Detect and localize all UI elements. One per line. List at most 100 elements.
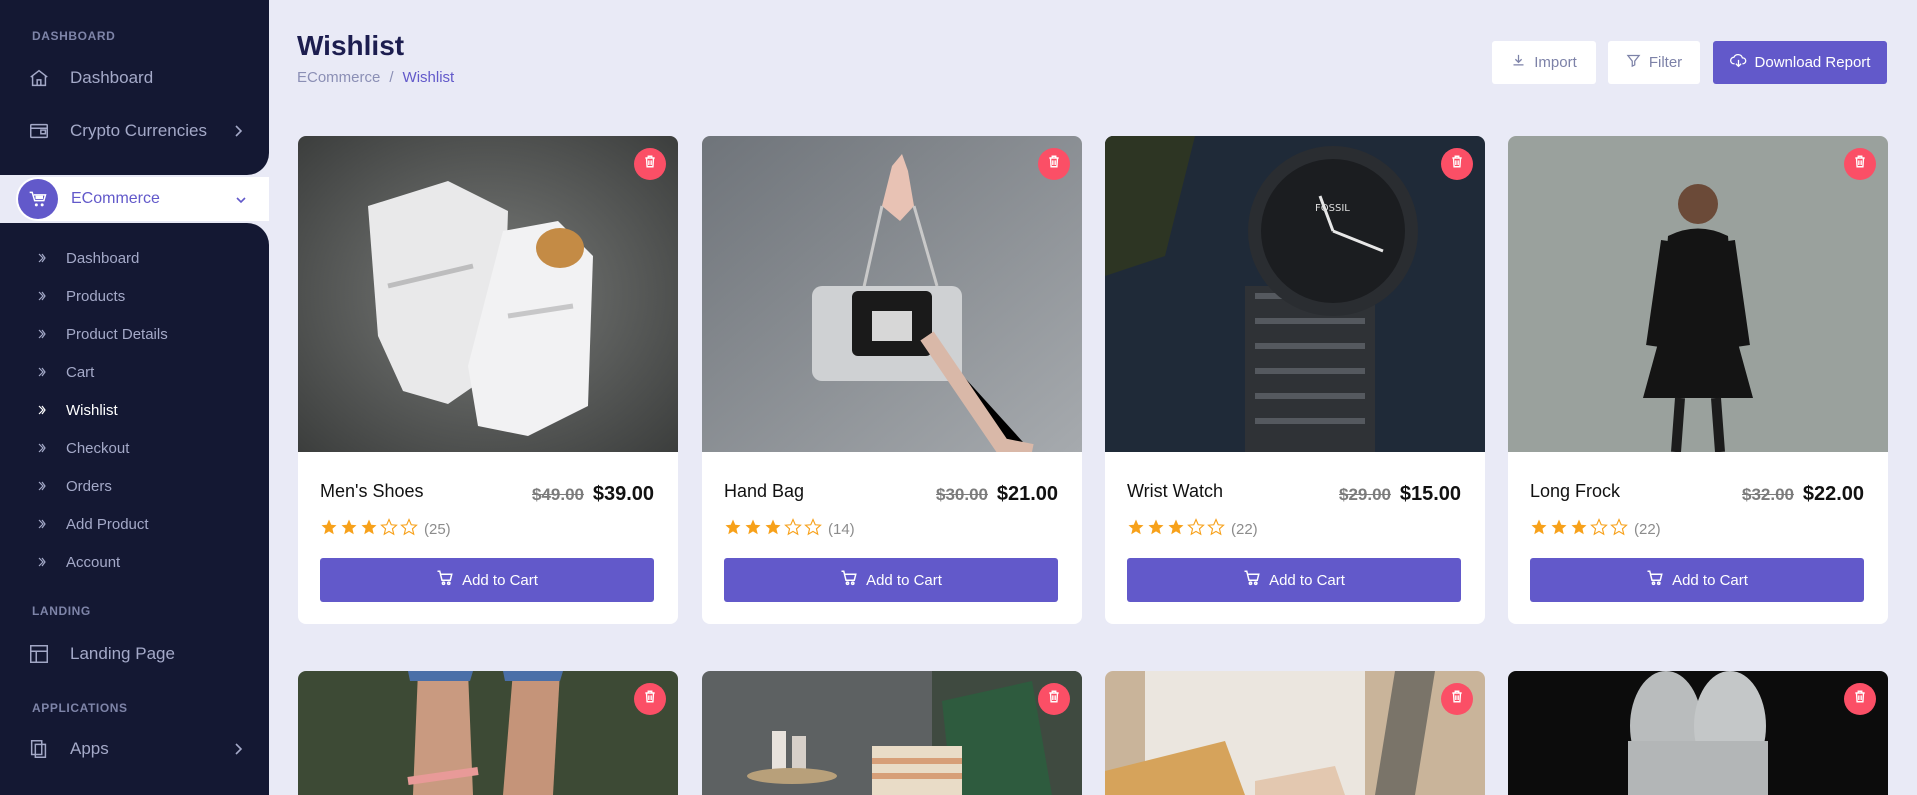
sidebar-item-label: Landing Page — [70, 644, 175, 663]
trash-icon — [1450, 689, 1464, 709]
product-image[interactable]: FOSSIL — [1105, 136, 1485, 452]
home-icon — [28, 67, 50, 89]
trash-icon — [1047, 689, 1061, 709]
sidebar-sub-orders[interactable]: Orders — [38, 471, 112, 501]
sidebar-sub-label: Account — [66, 553, 121, 571]
product-price: $39.00 — [592, 483, 654, 505]
remove-from-wishlist-button[interactable] — [1441, 148, 1473, 180]
star-empty-icon — [804, 518, 822, 541]
sidebar-sub-checkout[interactable]: Checkout — [38, 433, 129, 463]
filter-button-label: Filter — [1648, 54, 1683, 71]
remove-from-wishlist-button[interactable] — [634, 148, 666, 180]
add-to-cart-button[interactable]: Add to Cart — [724, 558, 1058, 602]
wallet-icon — [28, 120, 50, 142]
product-name: Long Frock — [1530, 481, 1621, 501]
star-empty-icon — [1590, 518, 1608, 541]
sidebar-sub-account[interactable]: Account — [38, 547, 120, 577]
add-to-cart-button[interactable]: Add to Cart — [1530, 558, 1864, 602]
add-to-cart-label: Add to Cart — [866, 571, 942, 589]
product-image[interactable] — [1105, 671, 1485, 795]
remove-from-wishlist-button[interactable] — [1844, 148, 1876, 180]
double-chevron-icon — [38, 519, 48, 529]
svg-text:FOSSIL: FOSSIL — [1315, 203, 1350, 214]
sidebar-sub-cart[interactable]: Cart — [38, 357, 94, 387]
product-image[interactable] — [298, 136, 678, 452]
add-to-cart-button[interactable]: Add to Cart — [320, 558, 654, 602]
sidebar-sub-products[interactable]: Products — [38, 281, 125, 311]
trash-icon — [1047, 154, 1061, 174]
filter-button[interactable]: Filter — [1608, 41, 1700, 84]
sidebar-sub-wishlist[interactable]: Wishlist — [38, 395, 118, 425]
sidebar-section-landing: LANDING — [32, 604, 91, 618]
sidebar-item-label: Dashboard — [70, 68, 154, 87]
product-old-price: $29.00 — [1339, 485, 1391, 504]
product-card — [1508, 671, 1888, 795]
star-empty-icon — [380, 518, 398, 541]
star-filled-icon — [1570, 518, 1588, 541]
double-chevron-icon — [38, 557, 48, 567]
add-to-cart-button[interactable]: Add to Cart — [1127, 558, 1461, 602]
star-filled-icon — [764, 518, 782, 541]
sidebar-sub-label: Cart — [66, 363, 95, 381]
remove-from-wishlist-button[interactable] — [634, 683, 666, 715]
remove-from-wishlist-button[interactable] — [1844, 683, 1876, 715]
sidebar-item-label: Crypto Currencies — [70, 121, 207, 140]
product-image[interactable] — [702, 671, 1082, 795]
sidebar-sub-label: Add Product — [66, 515, 149, 533]
star-filled-icon — [744, 518, 762, 541]
sidebar-sub-label: Product Details — [66, 325, 168, 343]
product-rating: (22) — [1127, 518, 1258, 541]
sidebar-item-ecommerce[interactable]: ECommerce — [16, 177, 269, 221]
product-image[interactable] — [1508, 671, 1888, 795]
sidebar-item-label: Apps — [70, 739, 109, 758]
star-filled-icon — [1127, 518, 1145, 541]
sidebar-sub-add-product[interactable]: Add Product — [38, 509, 149, 539]
star-empty-icon — [784, 518, 802, 541]
trash-icon — [1853, 689, 1867, 709]
product-name: Hand Bag — [724, 481, 805, 501]
sidebar-item-landing-page[interactable]: Landing Page — [28, 634, 269, 674]
product-card: Hand Bag $30.00 $21.00 (14) Add to Cart — [702, 136, 1082, 624]
remove-from-wishlist-button[interactable] — [1441, 683, 1473, 715]
sidebar-sub-label: Orders — [66, 477, 112, 495]
sidebar-item-crypto[interactable]: Crypto Currencies — [28, 111, 269, 151]
download-report-button[interactable]: Download Report — [1713, 41, 1887, 84]
import-button[interactable]: Import — [1492, 41, 1596, 84]
star-empty-icon — [400, 518, 418, 541]
double-chevron-icon — [38, 329, 48, 339]
star-empty-icon — [1187, 518, 1205, 541]
files-icon — [28, 738, 50, 760]
breadcrumb-item-current: Wishlist — [402, 69, 455, 86]
sidebar-item-label: ECommerce — [71, 190, 160, 207]
sidebar: DASHBOARD Dashboard Crypto Currencies EC… — [0, 0, 269, 795]
product-rating: (22) — [1530, 518, 1661, 541]
product-old-price: $32.00 — [1742, 485, 1794, 504]
star-filled-icon — [724, 518, 742, 541]
cart-icon — [840, 569, 858, 591]
product-image[interactable] — [1508, 136, 1888, 452]
sidebar-item-apps[interactable]: Apps — [28, 729, 269, 769]
chevron-right-icon — [233, 123, 243, 143]
product-image[interactable] — [298, 671, 678, 795]
product-price: $21.00 — [996, 483, 1058, 505]
remove-from-wishlist-button[interactable] — [1038, 683, 1070, 715]
double-chevron-icon — [38, 443, 48, 453]
add-to-cart-label: Add to Cart — [462, 571, 538, 589]
product-image[interactable] — [702, 136, 1082, 452]
sidebar-sub-label: Wishlist — [66, 401, 118, 419]
star-filled-icon — [320, 518, 338, 541]
product-card — [702, 671, 1082, 795]
sidebar-sub-product-details[interactable]: Product Details — [38, 319, 168, 349]
chevron-right-icon — [233, 741, 243, 761]
product-name: Men's Shoes — [320, 481, 424, 501]
review-count: (22) — [1231, 521, 1258, 538]
product-price: $22.00 — [1802, 483, 1864, 505]
sidebar-item-dashboard[interactable]: Dashboard — [28, 58, 269, 98]
sidebar-section-dashboard: DASHBOARD — [32, 29, 116, 43]
product-old-price: $49.00 — [532, 485, 584, 504]
remove-from-wishlist-button[interactable] — [1038, 148, 1070, 180]
sidebar-sub-dashboard[interactable]: Dashboard — [38, 243, 139, 273]
cloud-download-icon — [1729, 53, 1747, 72]
product-card: FOSSIL Wrist Watch $29.00 $15.00 (22) Ad… — [1105, 136, 1485, 624]
breadcrumb-item-ecommerce[interactable]: ECommerce — [297, 69, 380, 86]
